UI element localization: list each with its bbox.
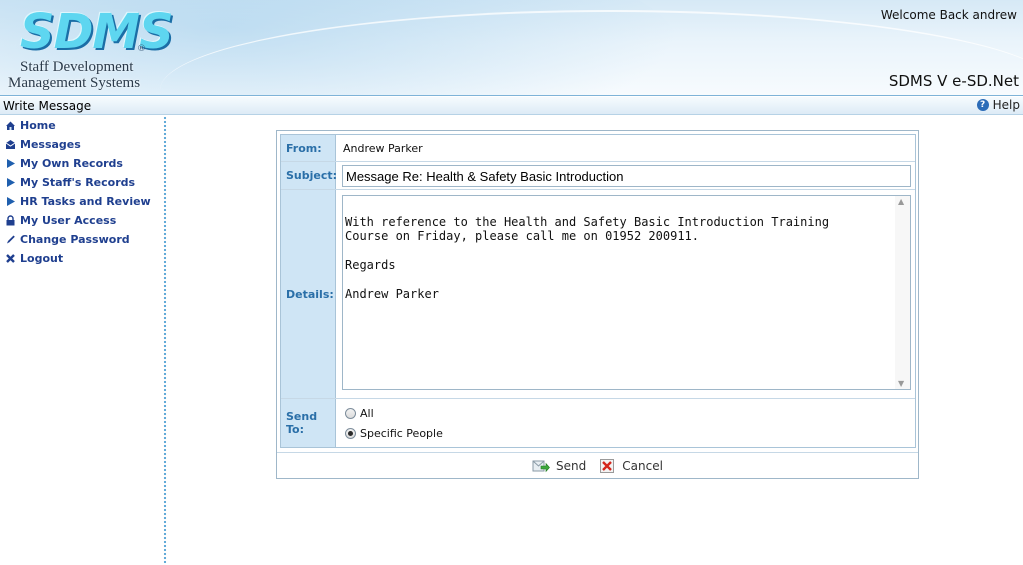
app-header: SDMS ® Staff Development Management Syst… <box>0 0 1023 96</box>
from-value: Andrew Parker <box>343 142 423 155</box>
sidebar-item-my-staffs-records[interactable]: My Staff's Records <box>0 173 160 192</box>
sidebar-nav: Home Messages My Own Records My Staff's … <box>0 116 160 565</box>
details-label: Details: <box>281 190 336 398</box>
sidebar-item-hr-tasks-and-review[interactable]: HR Tasks and Review <box>0 192 160 211</box>
sidebar-item-label: Change Password <box>20 233 130 246</box>
send-to-row: Send To: All Specific People <box>281 399 915 447</box>
lock-icon <box>5 215 16 226</box>
from-label: From: <box>281 135 336 161</box>
play-arrow-icon <box>5 177 16 188</box>
send-label: Send <box>556 458 587 473</box>
app-logo[interactable]: SDMS ® Staff Development Management Syst… <box>6 4 174 92</box>
form-actions: Send Cancel <box>277 452 918 478</box>
send-to-specific-option[interactable]: Specific People <box>345 427 443 440</box>
help-link[interactable]: ? Help <box>976 98 1020 112</box>
cancel-button[interactable]: Cancel <box>598 458 663 474</box>
sidebar-item-label: Messages <box>20 138 81 151</box>
page-title: Write Message <box>3 99 92 113</box>
welcome-text: Welcome Back andrew <box>880 8 1017 22</box>
product-name: SDMS V e-SD.Net <box>888 72 1019 90</box>
logo-registered: ® <box>137 44 146 54</box>
send-to-specific-label: Specific People <box>360 427 443 440</box>
send-to-label: Send To: <box>281 399 336 447</box>
send-to-value-cell: All Specific People <box>337 399 915 447</box>
page-title-bar: Write Message ? Help <box>0 97 1023 115</box>
details-textarea[interactable]: With reference to the Health and Safety … <box>342 195 911 390</box>
sidebar-divider <box>163 116 167 565</box>
messages-icon <box>5 139 16 150</box>
details-scrollbar[interactable]: ▲ ▼ <box>895 196 910 389</box>
play-arrow-icon <box>5 196 16 207</box>
sidebar-item-label: My Own Records <box>20 157 123 170</box>
sidebar-item-my-own-records[interactable]: My Own Records <box>0 154 160 173</box>
write-message-panel: From: Andrew Parker Subject: Details: Wi… <box>276 130 919 479</box>
logo-tagline-2: Management Systems <box>8 75 141 91</box>
send-to-all-radio[interactable] <box>345 408 356 419</box>
help-label: Help <box>992 98 1020 112</box>
sidebar-item-my-user-access[interactable]: My User Access <box>0 211 160 230</box>
sidebar-item-logout[interactable]: Logout <box>0 249 160 268</box>
subject-value-cell <box>337 162 915 189</box>
sidebar-item-messages[interactable]: Messages <box>0 135 160 154</box>
subject-label: Subject: <box>281 162 337 189</box>
help-icon: ? <box>976 99 989 111</box>
play-arrow-icon <box>5 158 16 169</box>
sidebar-item-label: Home <box>20 119 56 132</box>
scroll-up-icon[interactable]: ▲ <box>898 197 904 206</box>
sidebar-item-label: My Staff's Records <box>20 176 136 189</box>
send-to-all-label: All <box>360 407 374 420</box>
scroll-down-icon[interactable]: ▼ <box>898 379 904 388</box>
cancel-label: Cancel <box>622 458 663 473</box>
home-icon <box>5 120 16 131</box>
sidebar-item-change-password[interactable]: Change Password <box>0 230 160 249</box>
sidebar-item-label: Logout <box>20 252 64 265</box>
subject-row: Subject: <box>281 162 915 190</box>
sidebar-item-label: My User Access <box>20 214 117 227</box>
details-row: Details: With reference to the Health an… <box>281 190 915 399</box>
subject-input[interactable] <box>342 165 911 187</box>
logo-mark: SDMS <box>20 4 174 60</box>
sidebar-item-label: HR Tasks and Review <box>20 195 151 208</box>
details-value-cell: With reference to the Health and Safety … <box>337 190 915 398</box>
from-row: From: Andrew Parker <box>281 135 915 162</box>
message-form: From: Andrew Parker Subject: Details: Wi… <box>280 134 916 448</box>
send-to-specific-radio[interactable] <box>345 428 356 439</box>
x-icon <box>5 253 16 264</box>
pen-icon <box>5 234 16 245</box>
logo-tagline-1: Staff Development <box>20 59 134 75</box>
send-to-all-option[interactable]: All <box>345 407 374 420</box>
cancel-icon <box>598 458 616 474</box>
send-icon <box>532 458 550 474</box>
sidebar-item-home[interactable]: Home <box>0 116 160 135</box>
send-button[interactable]: Send <box>532 458 586 474</box>
from-value-cell: Andrew Parker <box>337 135 915 161</box>
